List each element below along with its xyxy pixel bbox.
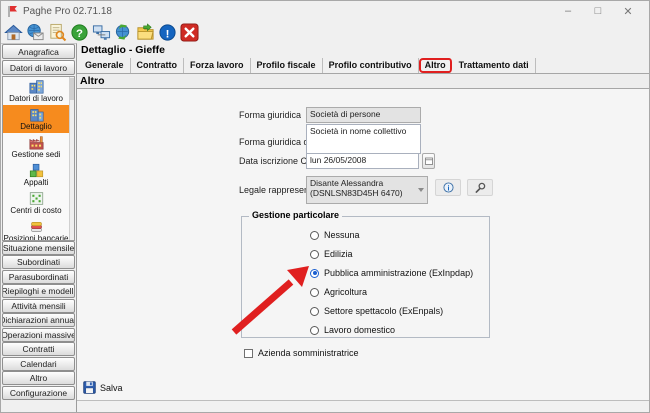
forma-giuridica-label: Forma giuridica: [239, 110, 301, 120]
refresh-globe-icon[interactable]: [114, 23, 133, 42]
tab-altro[interactable]: Altro: [419, 58, 453, 73]
sidebar-item-gestione-sedi[interactable]: Gestione sedi: [3, 133, 74, 161]
titlebar: Paghe Pro 02.71.18 – □ ✕: [1, 1, 649, 21]
exit-icon[interactable]: [180, 23, 199, 42]
home-icon[interactable]: [4, 23, 23, 42]
search-document-icon[interactable]: [48, 23, 67, 42]
radio-icon: [310, 326, 319, 335]
radio-edilizia[interactable]: Edilizia: [310, 249, 353, 259]
sidebar-item-appalti[interactable]: Appalti: [3, 161, 74, 189]
tab-generale[interactable]: Generale: [79, 58, 131, 73]
radio-nessuna[interactable]: Nessuna: [310, 230, 360, 240]
checkbox-icon: [244, 349, 253, 358]
radio-lavoro-domestico[interactable]: Lavoro domestico: [310, 325, 395, 335]
buildings-icon: [28, 79, 45, 94]
info-icon[interactable]: !: [158, 23, 177, 42]
tab-forza-lavoro[interactable]: Forza lavoro: [184, 58, 251, 73]
sidebar-section-parasubordinati[interactable]: Parasubordinati: [2, 270, 75, 284]
sidebar-section-operazioni-massive[interactable]: Operazioni massive: [2, 328, 75, 342]
grid-icon: [28, 191, 45, 206]
save-button[interactable]: Salva: [79, 379, 127, 396]
sidebar-section-riepiloghi-e-modelli[interactable]: Riepiloghi e modelli: [2, 284, 75, 298]
sidebar-section-calendari[interactable]: Calendari: [2, 357, 75, 371]
app-window: Paghe Pro 02.71.18 – □ ✕ ?: [0, 0, 650, 413]
sidebar-item-label: Gestione sedi: [12, 150, 61, 159]
floppy-disk-icon: [83, 381, 96, 394]
sidebar-icon-panel: Datori di lavoro Dettaglio: [2, 76, 75, 241]
minimize-button[interactable]: –: [553, 5, 583, 18]
main-toolbar: ? !: [1, 21, 649, 43]
legale-rappresentante-dropdown[interactable]: Disante Alessandra (DSNLSN83D45H 6470): [306, 176, 428, 204]
gestione-particolare-title: Gestione particolare: [249, 210, 342, 220]
radio-agricoltura[interactable]: Agricoltura: [310, 287, 367, 297]
tab-profilo-fiscale[interactable]: Profilo fiscale: [251, 58, 323, 73]
sidebar-item-label: Dettaglio: [20, 122, 52, 131]
sidebar-item-dettaglio[interactable]: Dettaglio: [3, 105, 74, 133]
calendar-button[interactable]: [422, 153, 435, 169]
svg-text:!: !: [166, 28, 170, 40]
sidebar-scrollbar[interactable]: [69, 77, 74, 240]
magnifier-icon: [475, 182, 486, 193]
forma-giuridica-field: Società di persone: [306, 107, 421, 123]
chevron-down-icon[interactable]: [418, 188, 424, 192]
radio-icon: [310, 288, 319, 297]
sidebar-section-altro[interactable]: Altro: [2, 371, 75, 385]
forma-giuridica-dettaglio-field[interactable]: Società in nome collettivo: [306, 124, 421, 154]
tab-profilo-contributivo[interactable]: Profilo contributivo: [323, 58, 419, 73]
sidebar-section-configurazione[interactable]: Configurazione: [2, 386, 75, 400]
building-detail-icon: [28, 107, 45, 122]
sidebar-item-label: Centri di costo: [10, 206, 61, 215]
maximize-button[interactable]: □: [583, 5, 613, 18]
radio-icon: [310, 307, 319, 316]
help-globe-icon[interactable]: ?: [70, 23, 89, 42]
section-title: Altro: [77, 74, 649, 89]
sidebar-section-dichiarazioni-annuali[interactable]: Dichiarazioni annuali: [2, 313, 75, 327]
info-circle-icon: i: [443, 182, 454, 193]
globe-mail-icon[interactable]: [26, 23, 45, 42]
factory-icon: [28, 135, 45, 150]
radio-icon: [310, 269, 319, 278]
sidebar-item-label: Datori di lavoro: [9, 94, 63, 103]
window-title: Paghe Pro 02.71.18: [23, 6, 112, 17]
radio-pubblica-amministrazione[interactable]: Pubblica amministrazione (ExInpdap): [310, 268, 473, 278]
close-button[interactable]: ✕: [613, 5, 643, 18]
sidebar-section-contratti[interactable]: Contratti: [2, 342, 75, 356]
status-bar: [77, 400, 649, 413]
open-folder-icon[interactable]: [136, 23, 155, 42]
tab-contratto[interactable]: Contratto: [131, 58, 185, 73]
sidebar: Anagrafica Datori di lavoro Datori di la…: [1, 43, 77, 413]
calendar-icon: [425, 157, 433, 165]
cubes-icon: [28, 163, 45, 178]
app-flag-icon: [7, 5, 18, 18]
network-icon[interactable]: [92, 23, 111, 42]
sidebar-section-datori-di-lavoro[interactable]: Datori di lavoro: [2, 60, 75, 75]
page-title: Dettaglio - Gieffe: [77, 43, 649, 57]
radio-settore-spettacolo[interactable]: Settore spettacolo (ExEnpals): [310, 306, 443, 316]
data-iscrizione-cciaa-field[interactable]: lun 26/05/2008: [306, 153, 419, 169]
sidebar-section-subordinati[interactable]: Subordinati: [2, 255, 75, 269]
svg-text:?: ?: [76, 27, 83, 39]
sidebar-item-posizioni-bancarie[interactable]: Posizioni bancarie: [3, 217, 74, 241]
sidebar-item-label: Appalti: [24, 178, 48, 187]
radio-icon: [310, 250, 319, 259]
sidebar-section-anagrafica[interactable]: Anagrafica: [2, 44, 75, 59]
azienda-somministratrice-checkbox[interactable]: Azienda somministratrice: [244, 348, 359, 358]
coins-icon: [28, 219, 45, 234]
sidebar-section-situazione-mensile[interactable]: Situazione mensile: [2, 241, 75, 255]
sidebar-item-centri-di-costo[interactable]: Centri di costo: [3, 189, 74, 217]
tab-trattamento-dati[interactable]: Trattamento dati: [453, 58, 536, 73]
sidebar-section-attivita-mensili[interactable]: Attività mensili: [2, 299, 75, 313]
main-panel: Dettaglio - Gieffe Generale Contratto Fo…: [77, 43, 649, 413]
radio-icon: [310, 231, 319, 240]
tab-bar: Generale Contratto Forza lavoro Profilo …: [77, 57, 649, 74]
gestione-particolare-groupbox: Gestione particolare Nessuna Edilizia Pu…: [241, 216, 490, 338]
sidebar-item-datori-di-lavoro[interactable]: Datori di lavoro: [3, 77, 74, 105]
rappresentante-search-button[interactable]: [467, 179, 493, 196]
content-area: Forma giuridica Società di persone Forma…: [77, 89, 649, 413]
sidebar-item-label: Posizioni bancarie: [4, 234, 69, 241]
rappresentante-info-button[interactable]: i: [435, 179, 461, 196]
svg-text:i: i: [447, 183, 449, 192]
